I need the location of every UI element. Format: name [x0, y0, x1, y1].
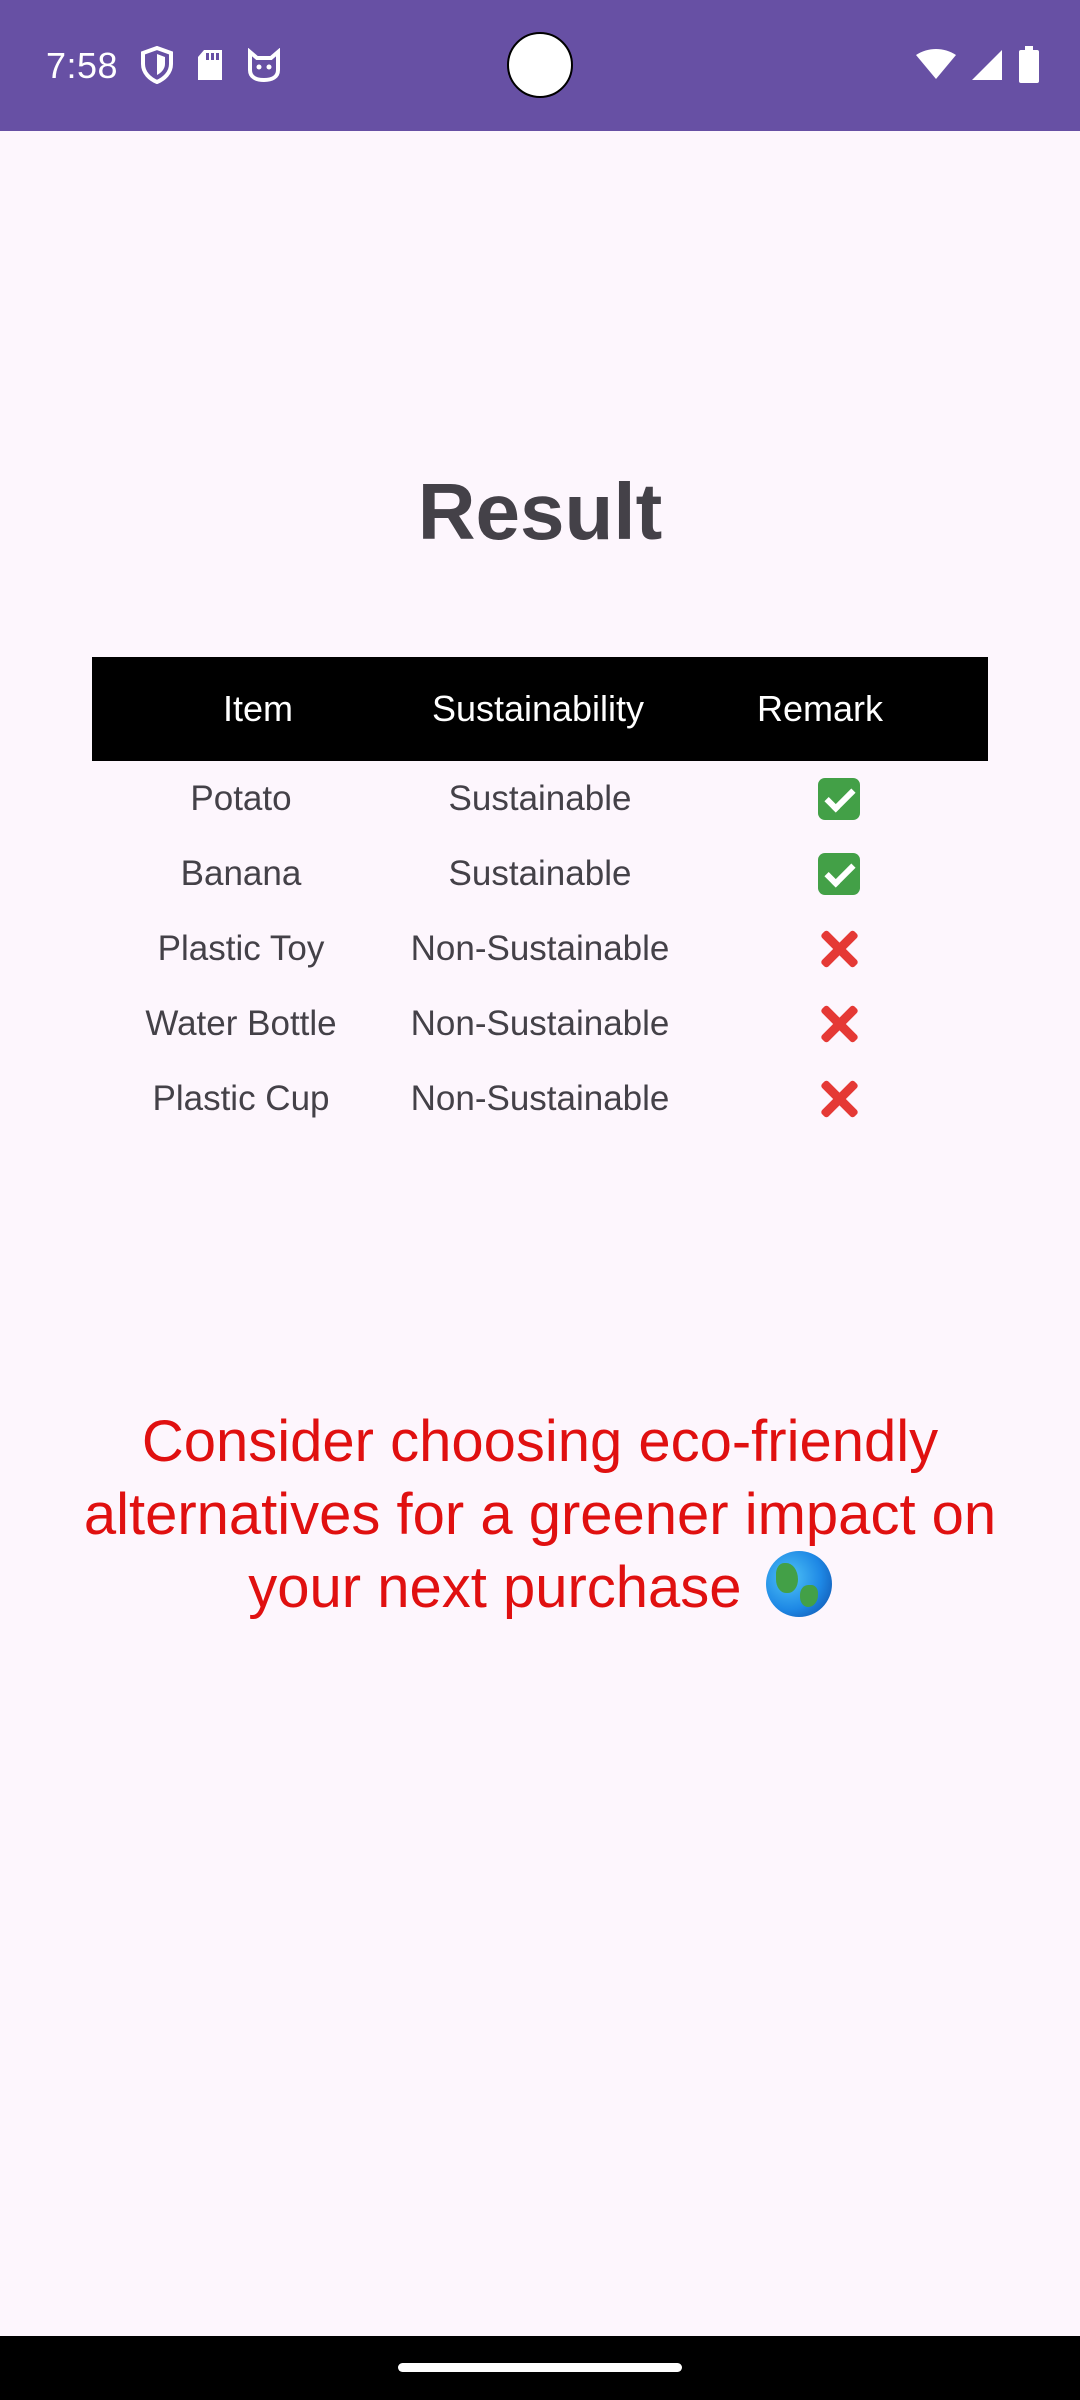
status-bar: 7:58 — [0, 0, 1080, 131]
cell-item: Water Bottle — [145, 1003, 337, 1043]
globe-icon — [765, 1551, 832, 1617]
cell-item: Plastic Cup — [152, 1078, 330, 1118]
home-gesture-handle[interactable] — [398, 2363, 682, 2372]
table-header: Item Sustainability Remark — [92, 657, 988, 761]
eco-message-text: Consider choosing eco-friendly alternati… — [83, 1409, 997, 1620]
status-icons-right — [916, 46, 1040, 89]
cell-item: Plastic Toy — [157, 928, 325, 968]
table-body: Potato Sustainable Banana Sustainable Pl… — [92, 761, 988, 1136]
header-item: Item — [222, 688, 293, 729]
cell-sustainability: Non-Sustainable — [410, 928, 670, 968]
cell-remark — [690, 1077, 988, 1120]
cell-item: Potato — [190, 778, 292, 818]
table-row: Plastic Toy Non-Sustainable — [92, 911, 988, 986]
cell-sustainability: Sustainable — [448, 853, 632, 893]
table-row: Potato Sustainable — [92, 761, 988, 836]
results-table: Item Sustainability Remark — [92, 657, 988, 761]
page-title: Result — [417, 467, 663, 556]
header-sustainability: Sustainability — [431, 688, 645, 729]
header-remark: Remark — [756, 688, 884, 729]
check-mark-icon — [818, 852, 860, 895]
cell-remark — [690, 927, 988, 970]
status-time: 7:58 — [46, 45, 119, 86]
camera-cutout — [507, 32, 573, 98]
table-row: Plastic Cup Non-Sustainable — [92, 1061, 988, 1136]
cross-mark-icon — [818, 1003, 860, 1045]
sd-card-icon — [196, 48, 224, 87]
eco-message: Consider choosing eco-friendly alternati… — [30, 1405, 1050, 1624]
cell-remark — [690, 1002, 988, 1045]
cell-remark — [690, 852, 988, 895]
shield-icon — [140, 45, 174, 89]
wifi-icon — [916, 49, 956, 86]
table-row: Water Bottle Non-Sustainable — [92, 986, 988, 1061]
signal-icon — [970, 48, 1004, 87]
cell-item: Banana — [180, 853, 302, 893]
cross-mark-icon — [818, 928, 860, 970]
cell-sustainability: Non-Sustainable — [410, 1078, 670, 1118]
status-icons-left — [140, 45, 282, 89]
cross-mark-icon — [818, 1078, 860, 1120]
table-row: Banana Sustainable — [92, 836, 988, 911]
battery-icon — [1018, 46, 1040, 89]
cell-remark — [690, 777, 988, 820]
cat-face-icon — [246, 47, 282, 87]
cell-sustainability: Non-Sustainable — [410, 1003, 670, 1043]
cell-sustainability: Sustainable — [448, 778, 632, 818]
check-mark-icon — [818, 777, 860, 820]
